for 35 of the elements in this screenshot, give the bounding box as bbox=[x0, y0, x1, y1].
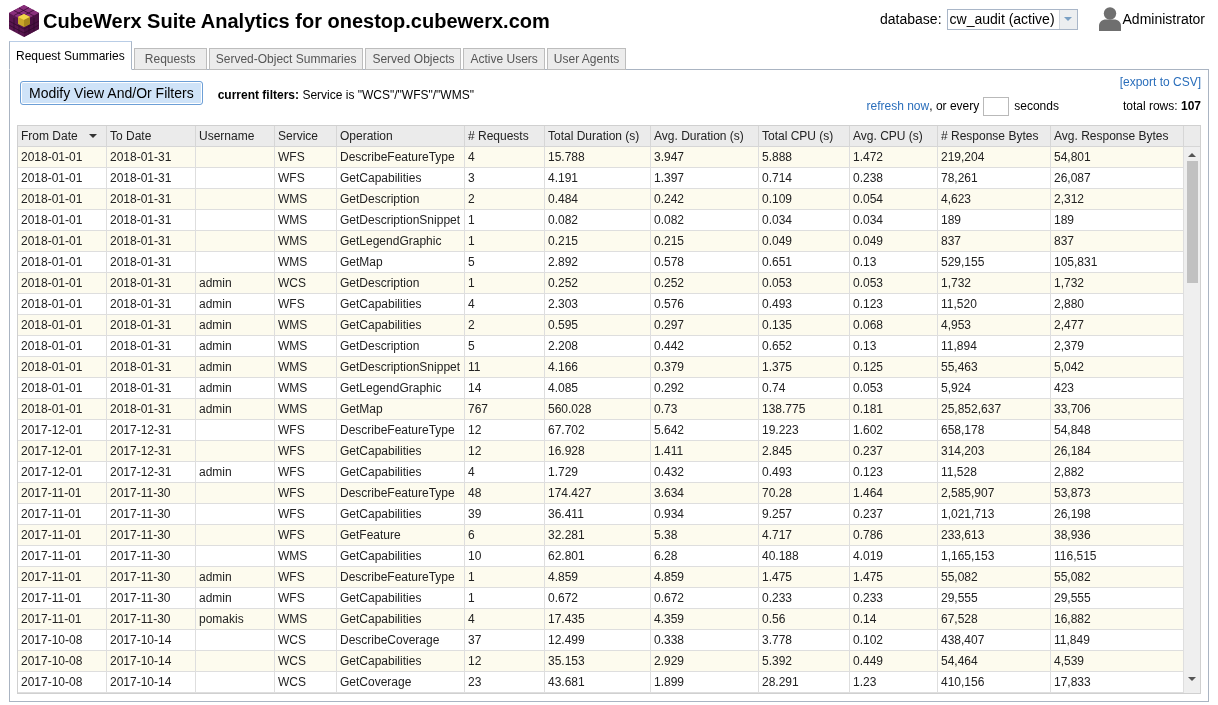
tab[interactable]: Request Summaries bbox=[9, 41, 132, 70]
total-rows-text: total rows: 107 bbox=[1122, 98, 1201, 115]
tab[interactable]: User Agents bbox=[546, 48, 627, 70]
table-cell: 2017-10-08 bbox=[18, 672, 107, 693]
caret-icon bbox=[1064, 17, 1073, 21]
refresh-now-link[interactable]: refresh now bbox=[866, 97, 930, 115]
scroll-up-icon[interactable] bbox=[1188, 153, 1196, 157]
table-cell: 2017-10-14 bbox=[107, 672, 196, 693]
database-select[interactable]: cw_audit (active) bbox=[946, 8, 1078, 30]
app-title: CubeWerx Suite Analytics for onestop.cubewerx.com bbox=[43, 9, 550, 33]
tab[interactable]: Served Objects bbox=[365, 48, 462, 70]
export-csv-link[interactable]: [export to CSV] bbox=[1119, 75, 1201, 89]
user-icon bbox=[1098, 7, 1121, 31]
tab[interactable]: Requests bbox=[133, 48, 207, 70]
refresh-interval-field[interactable] bbox=[983, 96, 1010, 116]
table-cell: 43.681 bbox=[545, 672, 651, 693]
database-label: database: bbox=[880, 9, 942, 29]
seconds-label: seconds bbox=[1014, 98, 1059, 115]
tab[interactable]: Active Users bbox=[463, 48, 545, 70]
table-cell: 1.899 bbox=[651, 672, 759, 693]
table-cell: 23 bbox=[465, 672, 545, 693]
table-cell: 1.23 bbox=[850, 672, 938, 693]
table-cell: 28.291 bbox=[759, 672, 850, 693]
modify-view-button[interactable]: Modify View And/Or Filters bbox=[20, 81, 203, 105]
scroll-down-icon[interactable] bbox=[1188, 677, 1196, 681]
scrollbar[interactable] bbox=[1184, 147, 1200, 693]
table-cell: 410,156 bbox=[938, 672, 1051, 693]
cube-logo-icon bbox=[9, 5, 39, 37]
refresh-interval-text: , or every bbox=[929, 98, 980, 115]
scrollbar-thumb[interactable] bbox=[1186, 161, 1198, 283]
table-cell: WCS bbox=[275, 672, 337, 693]
current-filters-text: current filters: Service is "WCS"/"WFS"/"WMS" bbox=[217, 87, 474, 104]
table-cell: GetCoverage bbox=[337, 672, 465, 693]
tab[interactable]: Served-Object Summaries bbox=[208, 48, 364, 70]
user-name: Administrator bbox=[1122, 9, 1205, 29]
